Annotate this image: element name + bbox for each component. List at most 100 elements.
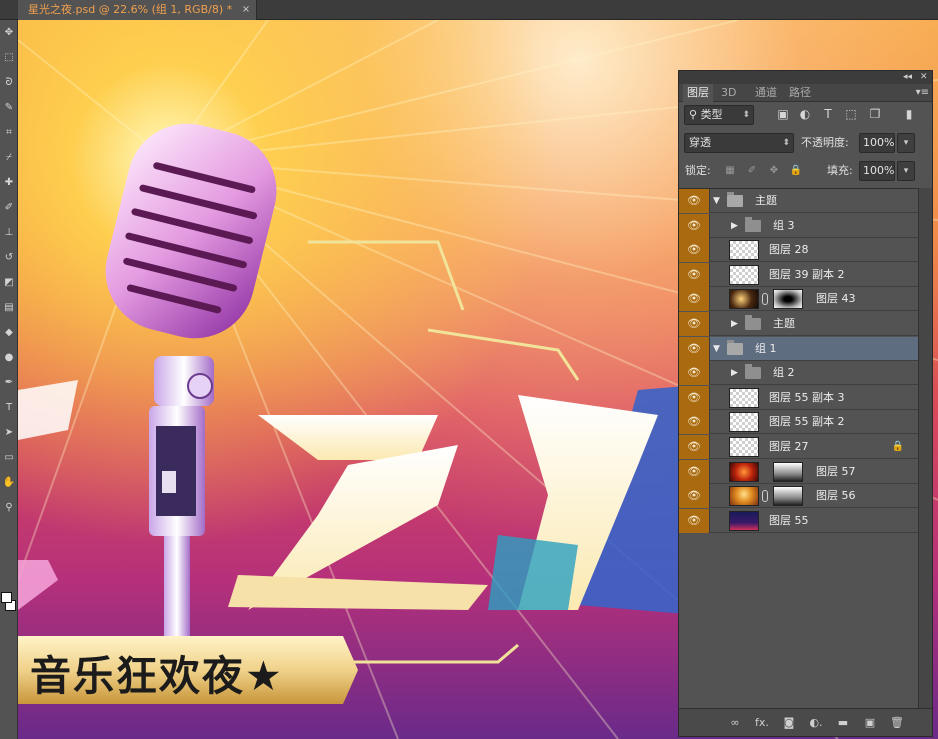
- smart-object-filter-icon[interactable]: ❐: [867, 106, 883, 122]
- fill-input[interactable]: 100%: [859, 161, 895, 181]
- tab-1[interactable]: 3D: [717, 84, 740, 102]
- lock-all-icon[interactable]: 🔒: [789, 164, 803, 178]
- add-mask-icon[interactable]: ◙: [781, 715, 797, 731]
- panel-menu-icon[interactable]: ▾≡: [916, 84, 929, 102]
- crop-tool-icon[interactable]: ⌗: [2, 126, 16, 140]
- history-brush-tool-icon[interactable]: ↺: [2, 251, 16, 265]
- layer-thumbnail[interactable]: [729, 264, 759, 285]
- quick-select-tool-icon[interactable]: ✎: [2, 101, 16, 115]
- layer-name[interactable]: 图层 57: [816, 460, 856, 484]
- layer-name[interactable]: 图层 43: [816, 287, 856, 311]
- type-tool-icon[interactable]: T: [2, 401, 16, 415]
- lasso-tool-icon[interactable]: ᘐ: [2, 76, 16, 90]
- layer-thumbnail[interactable]: [729, 289, 759, 310]
- gradient-tool-icon[interactable]: ▤: [2, 301, 16, 315]
- link-icon[interactable]: [762, 490, 768, 503]
- lock-position-icon[interactable]: ✥: [767, 164, 781, 178]
- brush-tool-icon[interactable]: ✐: [2, 201, 16, 215]
- layer-name[interactable]: 图层 55 副本 3: [769, 386, 845, 410]
- layer-thumbnail[interactable]: [729, 486, 759, 507]
- pen-tool-icon[interactable]: ✒: [2, 376, 16, 390]
- layer-name[interactable]: 图层 39 副本 2: [769, 263, 845, 287]
- visibility-eye-icon[interactable]: 👁: [679, 312, 710, 336]
- layer-row[interactable]: 👁 图层 57: [679, 459, 918, 484]
- layer-row[interactable]: 👁 ▶ 组 2: [679, 361, 918, 386]
- visibility-eye-icon[interactable]: 👁: [679, 508, 710, 533]
- visibility-eye-icon[interactable]: 👁: [679, 435, 710, 459]
- visibility-eye-icon[interactable]: 👁: [679, 189, 710, 213]
- layer-name[interactable]: 图层 28: [769, 238, 809, 262]
- layer-row[interactable]: 👁 图层 55: [679, 508, 918, 533]
- visibility-eye-icon[interactable]: 👁: [679, 213, 710, 238]
- new-layer-icon[interactable]: ▣: [862, 715, 878, 731]
- collapse-arrow-icon[interactable]: ▼: [713, 337, 723, 361]
- blend-mode-select[interactable]: 穿透 ⬍: [684, 133, 794, 153]
- layer-row[interactable]: 👁 ▶ 主题: [679, 312, 918, 336]
- layer-thumbnail[interactable]: [729, 437, 759, 457]
- blur-tool-icon[interactable]: ◆: [2, 326, 16, 340]
- opacity-input[interactable]: 100%: [859, 133, 895, 153]
- tab-2[interactable]: 通道: [751, 84, 781, 102]
- layer-name[interactable]: 组 1: [755, 337, 777, 361]
- visibility-eye-icon[interactable]: 👁: [679, 262, 710, 287]
- expand-arrow-icon[interactable]: ▶: [731, 312, 741, 336]
- link-icon[interactable]: [762, 293, 768, 306]
- link-layers-icon[interactable]: ∞: [727, 715, 743, 731]
- visibility-eye-icon[interactable]: 👁: [679, 361, 710, 386]
- layer-thumbnail[interactable]: [729, 387, 759, 408]
- eyedropper-tool-icon[interactable]: ⌿: [2, 151, 16, 165]
- filter-toggle-icon[interactable]: ▮: [901, 106, 917, 122]
- lock-image-pixels-icon[interactable]: ✐: [745, 164, 759, 178]
- layer-name[interactable]: 主题: [773, 312, 795, 336]
- layer-row[interactable]: 👁 图层 55 副本 2: [679, 410, 918, 435]
- layer-row[interactable]: 👁 图层 56: [679, 484, 918, 509]
- foreground-color-swatch[interactable]: [1, 592, 12, 603]
- tab-3[interactable]: 路径: [785, 84, 815, 102]
- close-tab-icon[interactable]: ×: [242, 0, 250, 20]
- layer-row[interactable]: 👁 图层 55 副本 3: [679, 385, 918, 410]
- layer-name[interactable]: 图层 56: [816, 484, 856, 508]
- fx-icon[interactable]: fx.: [754, 715, 770, 731]
- layer-thumbnail[interactable]: [729, 412, 759, 433]
- path-select-tool-icon[interactable]: ➤: [2, 426, 16, 440]
- layer-row[interactable]: 👁 图层 39 副本 2: [679, 262, 918, 287]
- visibility-eye-icon[interactable]: 👁: [679, 385, 710, 410]
- layer-row[interactable]: 👁 图层 28: [679, 238, 918, 263]
- stamp-tool-icon[interactable]: ⊥: [2, 226, 16, 240]
- zoom-tool-icon[interactable]: ⚲: [2, 501, 16, 515]
- eraser-tool-icon[interactable]: ◩: [2, 276, 16, 290]
- layer-row[interactable]: 👁 ▶ 组 3: [679, 213, 918, 238]
- visibility-eye-icon[interactable]: 👁: [679, 410, 710, 435]
- layer-filter-select[interactable]: ⚲ 类型 ⬍: [684, 105, 754, 125]
- layer-name[interactable]: 组 3: [773, 214, 795, 238]
- collapse-panel-icon[interactable]: ◂◂: [903, 71, 912, 84]
- layer-row[interactable]: 👁 ▼ 主题: [679, 189, 918, 213]
- layer-mask-thumbnail[interactable]: [773, 461, 803, 482]
- layer-thumbnail[interactable]: [729, 510, 759, 531]
- layer-row[interactable]: 👁 图层 43: [679, 287, 918, 312]
- new-group-icon[interactable]: ▬: [835, 715, 851, 731]
- adjustment-filter-icon[interactable]: ◐: [797, 106, 813, 122]
- layer-row[interactable]: 👁 ▼ 组 1: [679, 336, 918, 361]
- move-tool-icon[interactable]: ✥: [2, 26, 16, 40]
- layers-scrollbar[interactable]: [918, 188, 932, 708]
- shape-filter-icon[interactable]: ⬚: [843, 106, 859, 122]
- healing-tool-icon[interactable]: ✚: [2, 176, 16, 190]
- visibility-eye-icon[interactable]: 👁: [679, 459, 710, 484]
- opacity-dropdown-button[interactable]: ▾: [897, 133, 915, 153]
- delete-layer-icon[interactable]: 🗑: [889, 715, 905, 731]
- close-panel-icon[interactable]: ✕: [920, 71, 928, 84]
- layer-thumbnail[interactable]: [729, 240, 759, 261]
- image-filter-icon[interactable]: ▣: [775, 106, 791, 122]
- layer-name[interactable]: 图层 55: [769, 509, 809, 533]
- layer-name[interactable]: 图层 27: [769, 435, 809, 459]
- tab-0[interactable]: 图层: [683, 84, 713, 102]
- layer-mask-thumbnail[interactable]: [773, 486, 803, 507]
- hand-tool-icon[interactable]: ✋: [2, 476, 16, 490]
- marquee-tool-icon[interactable]: ⬚: [2, 51, 16, 65]
- expand-arrow-icon[interactable]: ▶: [731, 361, 741, 385]
- adjustment-layer-icon[interactable]: ◐.: [808, 715, 824, 731]
- layer-mask-thumbnail[interactable]: [773, 289, 803, 310]
- dodge-tool-icon[interactable]: ●: [2, 351, 16, 365]
- visibility-eye-icon[interactable]: 👁: [679, 238, 710, 263]
